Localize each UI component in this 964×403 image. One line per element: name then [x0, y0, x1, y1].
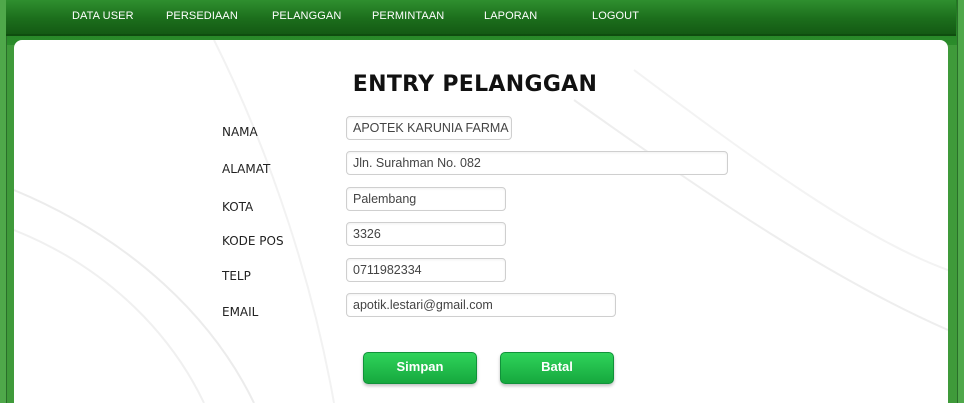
batal-button[interactable]: Batal: [500, 352, 614, 384]
label-email: EMAIL: [222, 305, 259, 319]
page-title: ENTRY PELANGGAN: [352, 72, 598, 97]
kota-input[interactable]: Palembang: [346, 187, 506, 211]
email-input[interactable]: apotik.lestari@gmail.com: [346, 293, 616, 317]
label-telp: TELP: [222, 269, 251, 283]
label-kota: KOTA: [222, 200, 254, 214]
label-alamat: ALAMAT: [222, 162, 271, 176]
nav-data-user[interactable]: DATA USER: [72, 10, 134, 22]
simpan-button[interactable]: Simpan: [363, 352, 477, 384]
nav-persediaan[interactable]: PERSEDIAAN: [166, 10, 238, 22]
top-navigation-bar: DATA USER PERSEDIAAN PELANGGAN PERMINTAA…: [6, 0, 956, 36]
nav-pelanggan[interactable]: PELANGGAN: [272, 10, 341, 22]
label-kode-pos: KODE POS: [222, 234, 284, 248]
nama-input[interactable]: APOTEK KARUNIA FARMA: [346, 116, 512, 140]
nav-permintaan[interactable]: PERMINTAAN: [372, 10, 444, 22]
alamat-input[interactable]: Jln. Surahman No. 082: [346, 151, 728, 175]
label-nama: NAMA: [222, 125, 258, 139]
nav-laporan[interactable]: LAPORAN: [484, 10, 537, 22]
telp-input[interactable]: 0711982334: [346, 258, 506, 282]
kode-pos-input[interactable]: 3326: [346, 222, 506, 246]
nav-logout[interactable]: LOGOUT: [592, 10, 639, 22]
